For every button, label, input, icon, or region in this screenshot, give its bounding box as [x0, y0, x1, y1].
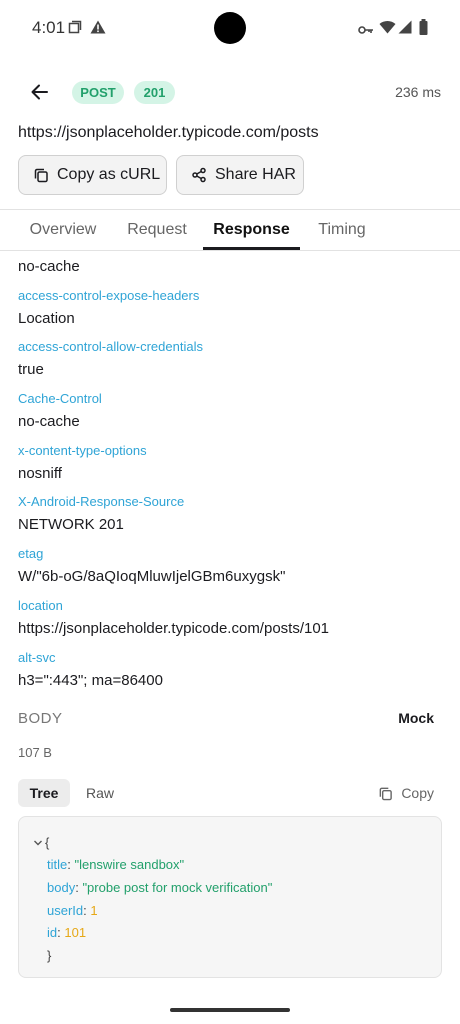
json-key: title: [47, 857, 68, 872]
share-har-button[interactable]: Share HAR: [176, 155, 304, 195]
header-value: Location: [18, 309, 75, 327]
arrow-back-icon: [31, 84, 48, 100]
collapse-chevron-icon[interactable]: [33, 835, 45, 851]
warning-icon: [90, 20, 106, 39]
request-detail-header: POST 201 236 ms: [0, 70, 460, 114]
json-key: userId: [47, 903, 84, 918]
header-row: no-cache: [18, 252, 442, 287]
tree-view-toggle[interactable]: Tree: [18, 779, 70, 807]
json-key: id: [47, 925, 58, 940]
copy-body-button[interactable]: Copy: [378, 779, 434, 807]
header-name: x-content-type-options: [18, 442, 147, 458]
header-value: no-cache: [18, 258, 80, 275]
header-value: h3=":443"; ma=86400: [18, 671, 163, 689]
json-field: title: "lenswire sandbox": [47, 857, 185, 872]
duration-label: 236 ms: [395, 84, 441, 100]
active-tab-indicator: [203, 247, 300, 250]
json-value: 1: [90, 903, 98, 918]
share-har-label: Share HAR: [215, 166, 296, 183]
copy-as-curl-label: Copy as cURL: [57, 166, 161, 183]
header-name: alt-svc: [18, 649, 56, 665]
json-value: "lenswire sandbox": [74, 857, 185, 872]
battery-icon: [419, 19, 428, 40]
header-row: access-control-expose-headers Location: [18, 287, 442, 339]
tab-timing[interactable]: Timing: [306, 210, 378, 251]
header-value: nosniff: [18, 464, 62, 482]
header-name: access-control-expose-headers: [18, 287, 200, 303]
copy-body-label: Copy: [401, 785, 434, 801]
gesture-nav-handle[interactable]: [170, 1008, 290, 1012]
request-url: https://jsonplaceholder.typicode.com/pos…: [18, 124, 319, 141]
wifi-icon: [379, 20, 396, 39]
detail-tabs: Overview Request Response Timing: [0, 209, 460, 251]
json-field: userId: 1: [47, 903, 98, 918]
raw-view-toggle[interactable]: Raw: [86, 779, 114, 807]
header-name: etag: [18, 546, 44, 562]
screenshot-notification-icon: [68, 20, 82, 39]
status-time: 4:01: [32, 18, 66, 37]
json-field: id: 101: [47, 925, 87, 940]
header-name: X-Android-Response-Source: [18, 494, 185, 510]
status-code-chip: 201: [134, 81, 175, 104]
back-button[interactable]: [26, 80, 54, 104]
copy-icon: [34, 168, 48, 183]
copy-icon: [379, 787, 393, 800]
body-section-title: BODY: [18, 710, 63, 727]
header-name: access-control-allow-credentials: [18, 339, 203, 355]
json-value: "probe post for mock verification": [82, 880, 273, 895]
json-close-line: }: [47, 948, 51, 964]
header-name: Cache-Control: [18, 391, 102, 407]
tab-response[interactable]: Response: [203, 210, 300, 251]
response-headers-list: no-cache access-control-expose-headers L…: [18, 252, 442, 700]
header-row: etag W/"6b-oG/8aQIoqMluwIjelGBm6uxygsk": [18, 545, 442, 597]
mock-button[interactable]: Mock: [398, 710, 434, 726]
header-row: access-control-allow-credentials true: [18, 338, 442, 390]
copy-as-curl-button[interactable]: Copy as cURL: [18, 155, 167, 195]
share-icon: [192, 167, 206, 183]
json-field: body: "probe post for mock verification": [47, 880, 273, 895]
header-value: W/"6b-oG/8aQIoqMluwIjelGBm6uxygsk": [18, 568, 286, 586]
response-content[interactable]: no-cache access-control-expose-headers L…: [0, 252, 460, 1014]
json-open-brace: {: [45, 835, 50, 850]
header-name: location: [18, 597, 63, 613]
json-tree-viewer: { title: "lenswire sandbox" body: "probe…: [18, 816, 442, 978]
tab-request[interactable]: Request: [116, 210, 198, 251]
header-row: X-Android-Response-Source NETWORK 201: [18, 493, 442, 545]
header-row: Cache-Control no-cache: [18, 390, 442, 442]
tab-overview[interactable]: Overview: [18, 210, 108, 251]
json-root-line: {: [33, 835, 49, 851]
header-value: no-cache: [18, 413, 80, 431]
json-value: 101: [64, 925, 87, 940]
cell-signal-icon: [398, 20, 412, 39]
status-bar: 4:01: [0, 0, 460, 56]
header-row: alt-svc h3=":443"; ma=86400: [18, 649, 442, 701]
header-value: true: [18, 361, 44, 379]
header-row: location https://jsonplaceholder.typicod…: [18, 597, 442, 649]
header-value: https://jsonplaceholder.typicode.com/pos…: [18, 619, 330, 637]
camera-cutout: [214, 12, 246, 44]
json-close-brace: }: [47, 948, 52, 963]
method-chip: POST: [72, 81, 124, 104]
body-size: 107 B: [18, 745, 52, 760]
json-key: body: [47, 880, 76, 895]
vpn-key-icon: [358, 22, 374, 40]
header-value: NETWORK 201: [18, 516, 124, 534]
header-row: x-content-type-options nosniff: [18, 442, 442, 494]
